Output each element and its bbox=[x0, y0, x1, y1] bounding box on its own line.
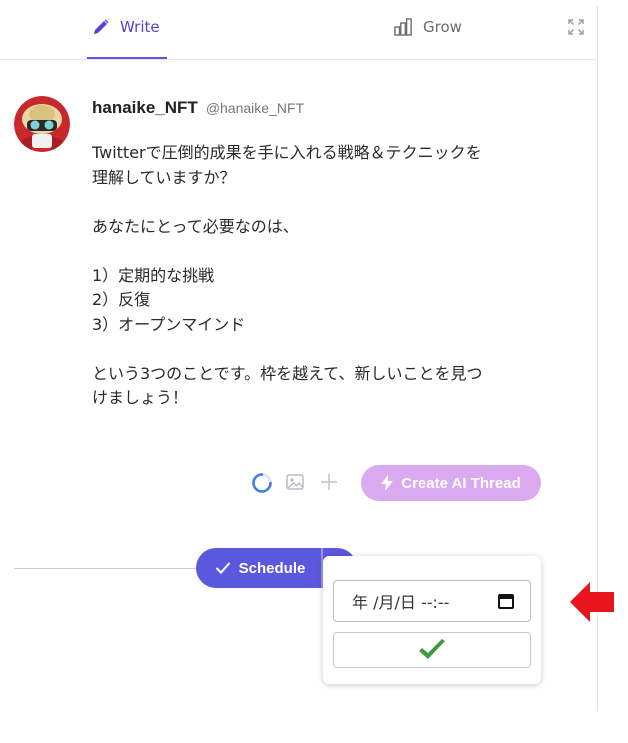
plus-icon[interactable] bbox=[319, 472, 339, 492]
schedule-label: Schedule bbox=[238, 559, 306, 577]
tab-write[interactable]: Write bbox=[92, 12, 160, 42]
lightning-icon bbox=[381, 475, 394, 491]
active-tab-indicator bbox=[87, 57, 167, 59]
tab-write-label: Write bbox=[120, 18, 160, 36]
tweet-author: hanaike_NFT @hanaike_NFT bbox=[92, 98, 304, 118]
checkmark-icon bbox=[419, 639, 445, 659]
check-icon bbox=[215, 562, 230, 574]
tab-grow-label: Grow bbox=[423, 18, 462, 36]
calendar-icon[interactable] bbox=[497, 592, 515, 610]
confirm-schedule-button[interactable] bbox=[333, 632, 531, 668]
tab-grow[interactable]: Grow bbox=[393, 12, 462, 42]
tab-bar: Write Grow bbox=[0, 0, 597, 60]
pencil-icon bbox=[94, 19, 109, 34]
image-icon[interactable] bbox=[285, 472, 305, 492]
datetime-value: 年 /月/日 --:-- bbox=[352, 593, 450, 612]
divider bbox=[14, 568, 214, 569]
create-ai-thread-label: Create AI Thread bbox=[401, 474, 521, 492]
author-name: hanaike_NFT bbox=[92, 98, 198, 117]
tweet-text[interactable]: Twitterで圧倒的成果を手に入れる戦略＆テクニックを 理解していますか？ あ… bbox=[92, 141, 552, 411]
schedule-button[interactable]: Schedule bbox=[196, 548, 324, 588]
expand-icon[interactable] bbox=[567, 18, 585, 36]
avatar bbox=[14, 96, 70, 152]
author-handle: @hanaike_NFT bbox=[205, 100, 305, 116]
create-ai-thread-button[interactable]: Create AI Thread bbox=[361, 465, 541, 501]
spinner-icon bbox=[252, 473, 272, 493]
red-arrow-icon bbox=[570, 582, 614, 622]
bar-chart-icon bbox=[394, 18, 412, 36]
